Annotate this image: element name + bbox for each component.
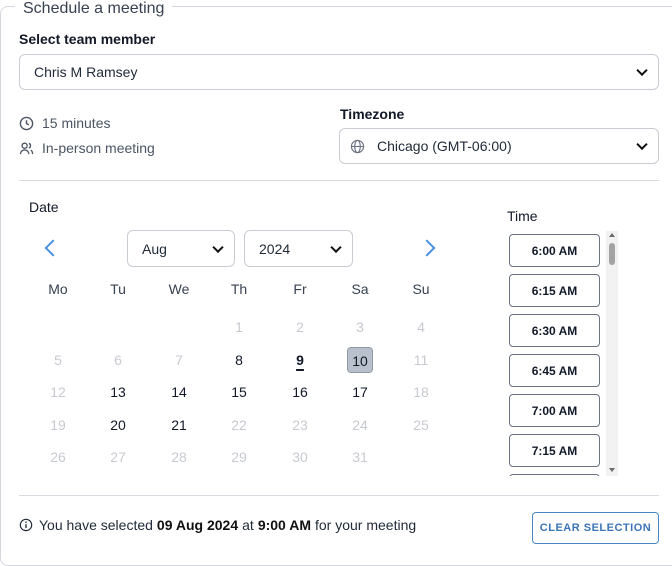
- scroll-thumb[interactable]: [609, 243, 615, 265]
- summary-suffix: for your meeting: [314, 517, 417, 533]
- timezone-select[interactable]: Chicago (GMT-06:00): [339, 128, 659, 164]
- info-icon: [19, 518, 33, 532]
- team-member-label: Select team member: [19, 31, 156, 47]
- calendar-day: 29: [231, 449, 247, 465]
- calendar-day: 19: [50, 417, 66, 433]
- meeting-type-text: In-person meeting: [42, 140, 155, 156]
- time-slot-list[interactable]: 6:00 AM 6:15 AM 6:30 AM 6:45 AM 7:00 AM 7:15 …: [506, 231, 618, 476]
- time-slot-button[interactable]: 6:45 AM: [509, 354, 600, 387]
- selection-summary: You have selected 09 Aug 2024 at 9:00 AM…: [19, 517, 416, 533]
- calendar-day: 6: [114, 352, 122, 368]
- divider-bottom: [19, 495, 659, 496]
- calendar-day[interactable]: 10: [347, 347, 373, 373]
- weekday-label: Fr: [293, 281, 307, 297]
- calendar-day: 3: [356, 319, 364, 335]
- calendar-day: 26: [50, 449, 66, 465]
- weekday-label: Sa: [351, 281, 369, 297]
- calendar-day: 1: [235, 319, 243, 335]
- year-value: 2024: [259, 240, 291, 257]
- duration-row: 15 minutes: [19, 115, 110, 131]
- calendar-day: 4: [417, 319, 425, 335]
- scroll-up-icon[interactable]: [609, 233, 615, 237]
- chevron-down-icon: [212, 241, 224, 253]
- calendar-day: 30: [292, 449, 308, 465]
- calendar-day: 11: [413, 352, 429, 368]
- calendar-day: 2: [296, 319, 304, 335]
- weekday-label: Th: [230, 281, 248, 297]
- chevron-down-icon: [636, 64, 648, 77]
- calendar-day: 18: [413, 384, 429, 400]
- time-slot-button[interactable]: 6:30 AM: [509, 314, 600, 347]
- month-select[interactable]: Aug: [127, 230, 235, 267]
- timezone-value: Chicago (GMT-06:00): [377, 138, 512, 154]
- calendar-day: 7: [175, 352, 183, 368]
- calendar-day[interactable]: 14: [165, 379, 193, 405]
- divider-top: [19, 180, 659, 181]
- calendar-day: 5: [54, 352, 62, 368]
- summary-middle: at: [242, 517, 254, 533]
- team-member-select[interactable]: Chris M Ramsey: [19, 54, 659, 90]
- time-slot-button[interactable]: 7:15 AM: [509, 434, 600, 467]
- weekday-label: Tu: [110, 281, 126, 297]
- chevron-down-icon: [636, 138, 648, 151]
- meeting-type-row: In-person meeting: [19, 140, 155, 156]
- weekday-label: We: [168, 281, 190, 297]
- summary-prefix: You have selected: [39, 517, 153, 533]
- fieldset-legend: Schedule a meeting: [15, 1, 173, 17]
- calendar-day[interactable]: 17: [346, 379, 374, 405]
- calendar-day: 28: [171, 449, 187, 465]
- time-slot-button[interactable]: 7:00 AM: [509, 394, 600, 427]
- summary-date: 09 Aug 2024: [156, 517, 239, 533]
- chevron-down-icon: [330, 241, 342, 253]
- calendar-day: 31: [352, 449, 368, 465]
- calendar-day[interactable]: 21: [165, 412, 193, 438]
- weekday-label: Mo: [48, 281, 68, 297]
- scroll-down-icon[interactable]: [609, 468, 615, 472]
- calendar-day[interactable]: 8: [225, 347, 253, 373]
- weekday-label: Su: [412, 281, 430, 297]
- calendar-day[interactable]: 9: [286, 347, 314, 373]
- duration-text: 15 minutes: [42, 115, 111, 131]
- calendar-day[interactable]: 20: [104, 412, 132, 438]
- date-label: Date: [29, 199, 59, 215]
- month-value: Aug: [142, 240, 167, 257]
- calendar-day: 25: [413, 417, 429, 433]
- calendar-day: 22: [231, 417, 247, 433]
- timezone-label: Timezone: [340, 106, 405, 122]
- time-label: Time: [507, 208, 538, 224]
- calendar-day[interactable]: 16: [286, 379, 314, 405]
- calendar-day: 23: [292, 417, 308, 433]
- team-member-value: Chris M Ramsey: [34, 64, 138, 80]
- time-scrollbar[interactable]: [606, 231, 618, 476]
- calendar-day[interactable]: 15: [225, 379, 253, 405]
- time-slot-button[interactable]: 6:00 AM: [509, 234, 600, 267]
- calendar-day: 24: [352, 417, 368, 433]
- clock-icon: [19, 116, 34, 130]
- clear-selection-button[interactable]: CLEAR SELECTION: [532, 512, 659, 544]
- globe-icon: [350, 139, 365, 153]
- calendar-day[interactable]: 13: [104, 379, 132, 405]
- time-slot-button[interactable]: 6:15 AM: [509, 274, 600, 307]
- users-icon: [19, 141, 34, 154]
- time-slot-button[interactable]: [509, 474, 600, 476]
- summary-time: 9:00 AM: [257, 517, 311, 533]
- calendar-day: 27: [110, 449, 126, 465]
- year-select[interactable]: 2024: [244, 230, 353, 267]
- calendar-day: 12: [50, 384, 66, 400]
